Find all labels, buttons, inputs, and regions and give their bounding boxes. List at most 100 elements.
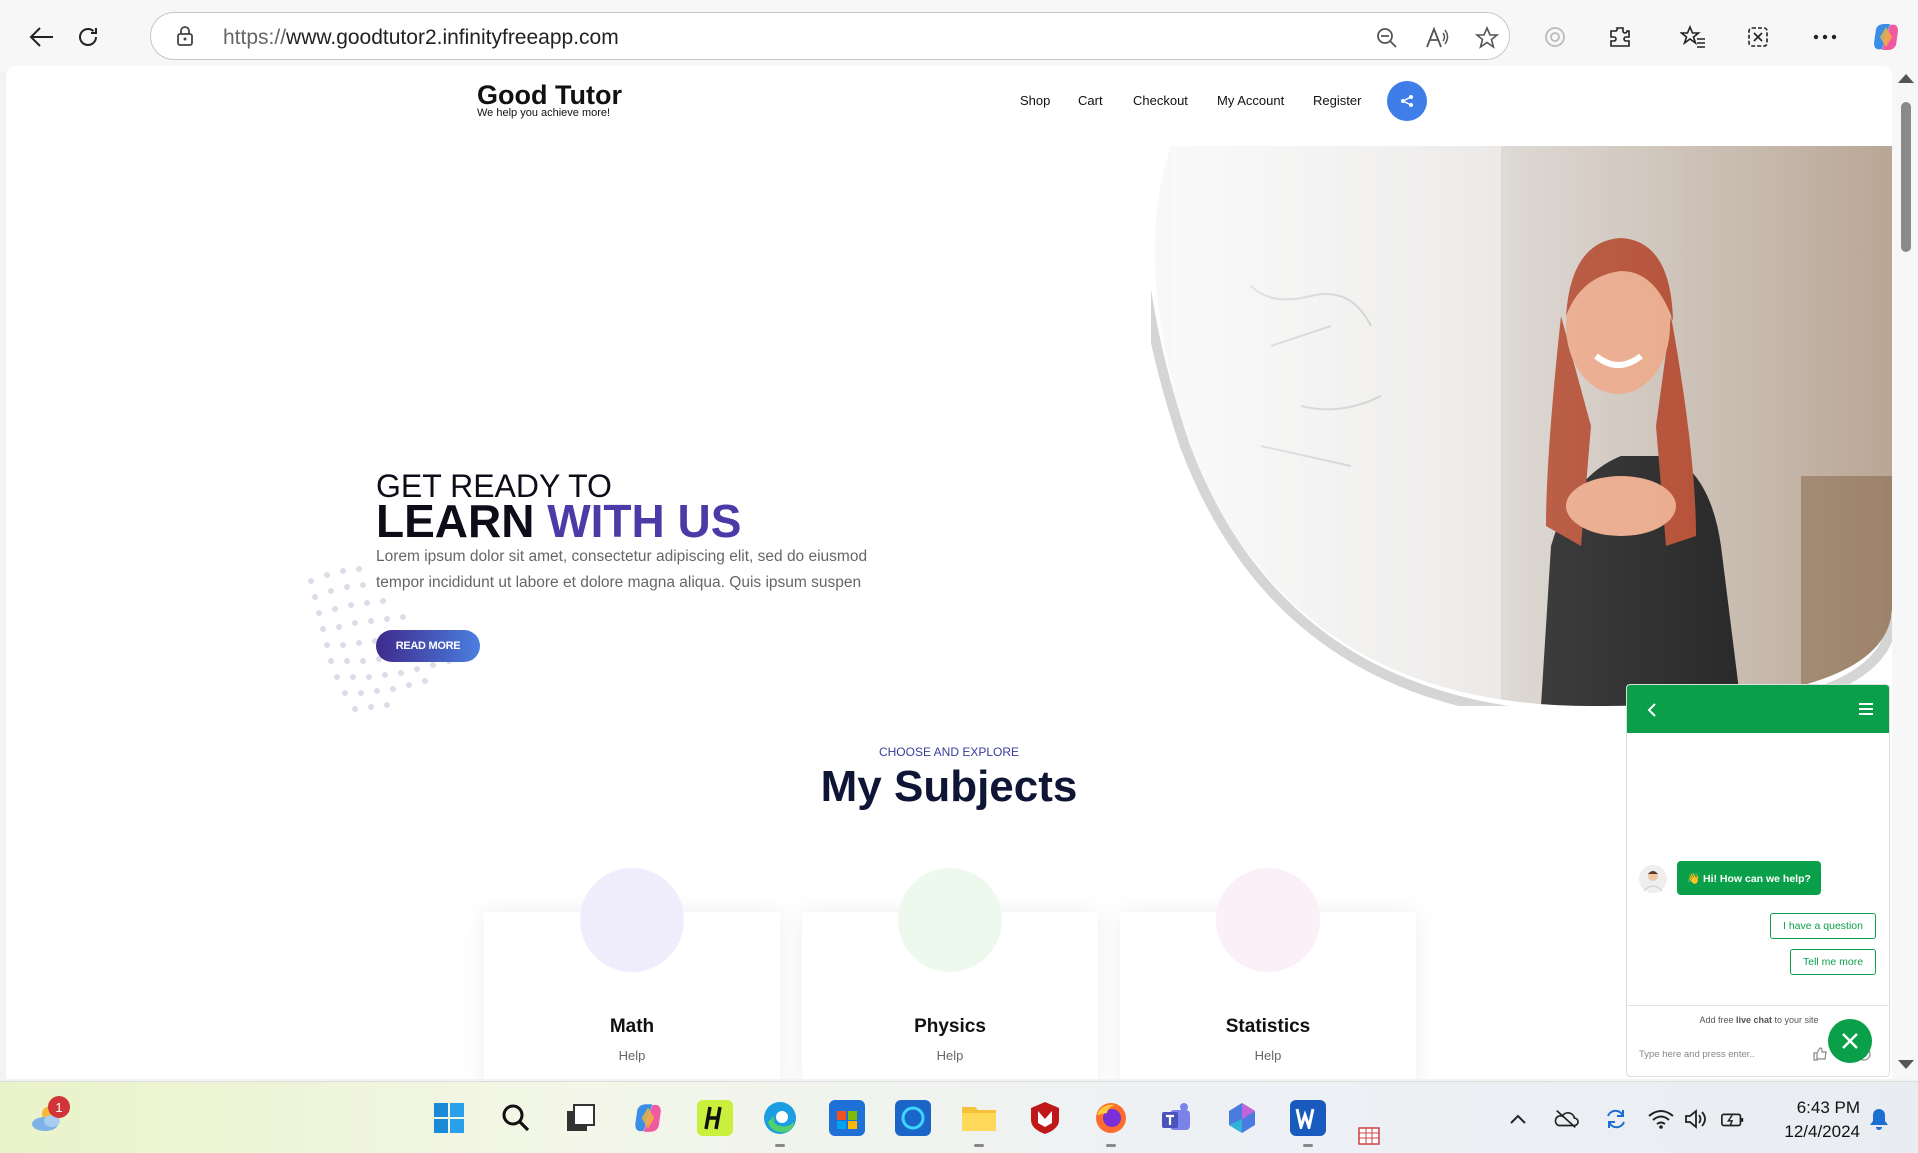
alexa-ring-icon <box>901 1106 925 1130</box>
taskbar-firefox[interactable] <box>1093 1100 1129 1136</box>
subjects-kicker: CHOOSE AND EXPLORE <box>878 745 1020 759</box>
taskbar-mcafee[interactable] <box>1027 1100 1063 1136</box>
chat-promo-suffix: to your site <box>1774 1015 1819 1025</box>
running-indicator <box>1303 1144 1313 1147</box>
subject-card-title[interactable]: Physics <box>802 1016 1098 1038</box>
nav-checkout[interactable]: Checkout <box>1133 93 1188 108</box>
copilot-icon[interactable] <box>1866 17 1906 57</box>
chat-close-button[interactable] <box>1828 1019 1872 1063</box>
wifi-icon[interactable] <box>1648 1106 1674 1132</box>
teams-icon <box>1162 1103 1190 1130</box>
page-scrollbar[interactable] <box>1892 66 1918 1079</box>
firefox-icon <box>1096 1103 1126 1133</box>
agent-avatar <box>1639 865 1667 893</box>
more-menu-icon[interactable] <box>1805 17 1845 57</box>
taskbar-hidden-app[interactable] <box>1358 1126 1384 1148</box>
hero-tutor-photo <box>1151 146 1892 706</box>
taskbar-alexa[interactable] <box>895 1100 931 1136</box>
url-host: www.goodtutor2.infinityfreeapp.com <box>286 26 619 49</box>
nav-register[interactable]: Register <box>1313 93 1361 108</box>
extensions-icon[interactable] <box>1600 17 1640 57</box>
browser-toolbar: https://www.goodtutor2.infinityfreeapp.c… <box>0 0 1918 72</box>
copilot-app-icon <box>635 1104 661 1132</box>
taskbar-hp-app[interactable] <box>697 1100 733 1136</box>
address-bar[interactable]: https://www.goodtutor2.infinityfreeapp.c… <box>150 12 1510 60</box>
taskbar-teams[interactable] <box>1159 1100 1195 1136</box>
collections-icon[interactable] <box>1738 17 1778 57</box>
clock-time: 6:43 PM <box>1796 1098 1860 1117</box>
refresh-button[interactable] <box>68 17 108 57</box>
running-indicator <box>775 1144 785 1147</box>
url-scheme: https:// <box>223 26 287 49</box>
chat-promo-bold: live chat <box>1735 1015 1773 1025</box>
lock-icon[interactable] <box>175 25 195 47</box>
chat-back-icon[interactable] <box>1647 703 1657 717</box>
share-icon <box>1401 95 1413 107</box>
taskbar-edge[interactable] <box>762 1100 798 1136</box>
nav-shop[interactable]: Shop <box>1020 93 1050 108</box>
nav-cart[interactable]: Cart <box>1078 93 1103 108</box>
running-indicator <box>1106 1144 1116 1147</box>
close-icon <box>1842 1033 1858 1049</box>
nav-my-account[interactable]: My Account <box>1217 93 1284 108</box>
subject-icon-circle <box>898 868 1002 972</box>
system-clock[interactable]: 6:43 PM 12/4/2024 <box>1772 1096 1860 1144</box>
url-text[interactable]: https://www.goodtutor2.infinityfreeapp.c… <box>223 26 619 50</box>
notification-bell-icon[interactable] <box>1866 1106 1892 1132</box>
subject-card-subtitle: Help <box>1254 1048 1282 1063</box>
tracking-prevention-icon[interactable] <box>1535 17 1575 57</box>
task-view-icon <box>567 1104 595 1131</box>
scroll-thumb[interactable] <box>1901 102 1911 252</box>
word-icon <box>1295 1108 1315 1129</box>
hero-paragraph: Lorem ipsum dolor sit amet, consectetur … <box>376 548 868 591</box>
chat-message-input[interactable]: Type here and press enter.. <box>1639 1049 1755 1060</box>
chat-option-question[interactable]: I have a question <box>1770 913 1876 939</box>
read-aloud-icon[interactable] <box>1423 24 1451 52</box>
windows-logo-icon <box>434 1103 464 1133</box>
chat-option-tell-more[interactable]: Tell me more <box>1790 949 1877 975</box>
scroll-up-arrow-icon[interactable] <box>1898 74 1914 83</box>
site-logo-tagline: We help you achieve more! <box>477 107 611 119</box>
sync-icon[interactable] <box>1603 1106 1629 1132</box>
taskbar-word[interactable] <box>1290 1100 1326 1136</box>
clock-date: 12/4/2024 <box>1784 1122 1860 1141</box>
hero-headline: LEARN WITH US <box>376 494 741 548</box>
taskbar-m365[interactable] <box>1224 1100 1260 1136</box>
back-button[interactable] <box>22 17 62 57</box>
windows-taskbar: 1 6:43 PM 12/4/2024 <box>0 1081 1918 1153</box>
subject-card-subtitle: Help <box>618 1048 646 1063</box>
subject-card-title[interactable]: Statistics <box>1120 1016 1416 1038</box>
show-hidden-icons-chevron-icon[interactable] <box>1505 1106 1531 1132</box>
back-arrow-icon <box>29 27 53 47</box>
thumbs-up-icon[interactable] <box>1813 1047 1827 1061</box>
start-button[interactable] <box>431 1100 467 1136</box>
share-button[interactable] <box>1387 81 1427 121</box>
onedrive-offline-icon[interactable] <box>1553 1106 1579 1132</box>
taskbar-store[interactable] <box>829 1100 865 1136</box>
favorite-star-icon[interactable] <box>1473 24 1501 52</box>
volume-icon[interactable] <box>1683 1106 1709 1132</box>
battery-charging-icon[interactable] <box>1720 1106 1746 1132</box>
chat-header <box>1627 685 1889 733</box>
favorites-icon[interactable] <box>1673 17 1713 57</box>
microsoft-365-icon <box>1229 1103 1255 1133</box>
hero-headline-dark: LEARN <box>376 495 535 547</box>
hero-headline-accent: WITH US <box>547 495 742 547</box>
subjects-title: My Subjects <box>820 762 1078 811</box>
h-app-icon <box>704 1106 722 1130</box>
notification-badge: 1 <box>48 1096 70 1118</box>
subject-card-title[interactable]: Math <box>484 1016 780 1038</box>
spreadsheet-icon <box>1358 1127 1380 1145</box>
scroll-down-arrow-icon[interactable] <box>1898 1060 1914 1069</box>
task-view-button[interactable] <box>563 1100 599 1136</box>
subject-card-subtitle: Help <box>936 1048 964 1063</box>
refresh-icon <box>79 28 97 46</box>
zoom-out-icon[interactable] <box>1373 24 1401 52</box>
running-indicator <box>974 1144 984 1147</box>
read-more-button[interactable]: READ MORE <box>376 630 480 662</box>
folder-icon <box>962 1107 996 1131</box>
taskbar-file-explorer[interactable] <box>961 1100 997 1136</box>
chat-menu-icon[interactable] <box>1859 703 1873 715</box>
taskbar-copilot[interactable] <box>630 1100 666 1136</box>
search-button[interactable] <box>498 1100 534 1136</box>
